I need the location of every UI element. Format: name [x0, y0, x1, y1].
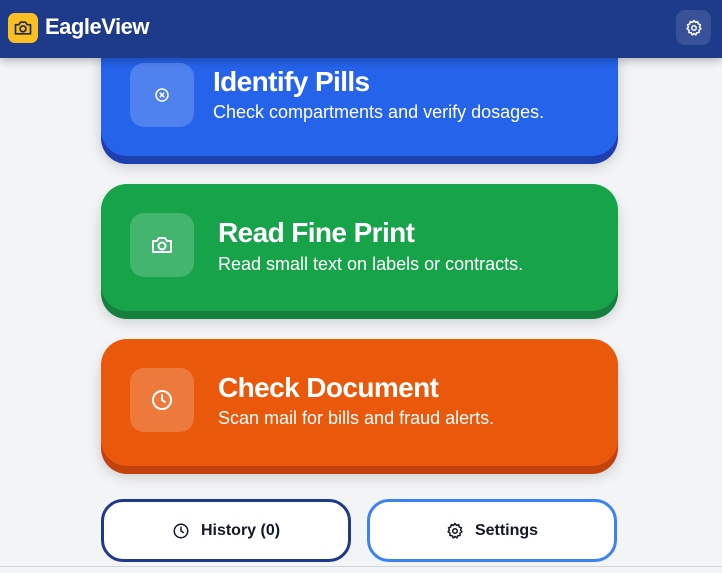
history-button[interactable]: History (0) [101, 499, 351, 562]
card-title: Read Fine Print [218, 217, 415, 248]
card-subtitle: Scan mail for bills and fraud alerts. [218, 408, 495, 428]
divider [0, 566, 722, 567]
app-title: EagleView [45, 14, 149, 39]
pill-icon [130, 63, 194, 127]
check-document-card[interactable]: Check Document Scan mail for bills and f… [101, 339, 618, 466]
header-settings-button[interactable] [676, 10, 711, 45]
app-header: EagleView [0, 0, 722, 58]
card-title: Identify Pills [213, 66, 370, 97]
gear-icon [685, 19, 703, 37]
card-subtitle: Read small text on labels or contracts. [218, 254, 524, 274]
camera-logo-icon [8, 13, 38, 43]
gear-icon [446, 522, 464, 540]
history-button-label: History (0) [200, 521, 281, 539]
card-title: Check Document [218, 372, 439, 403]
clock-icon [130, 368, 194, 432]
read-fine-print-card[interactable]: Read Fine Print Read small text on label… [101, 184, 618, 311]
settings-button[interactable]: Settings [367, 499, 617, 562]
clock-icon [172, 522, 190, 540]
settings-button-label: Settings [474, 521, 539, 539]
camera-icon [130, 213, 194, 277]
card-subtitle: Check compartments and verify dosages. [213, 102, 545, 122]
